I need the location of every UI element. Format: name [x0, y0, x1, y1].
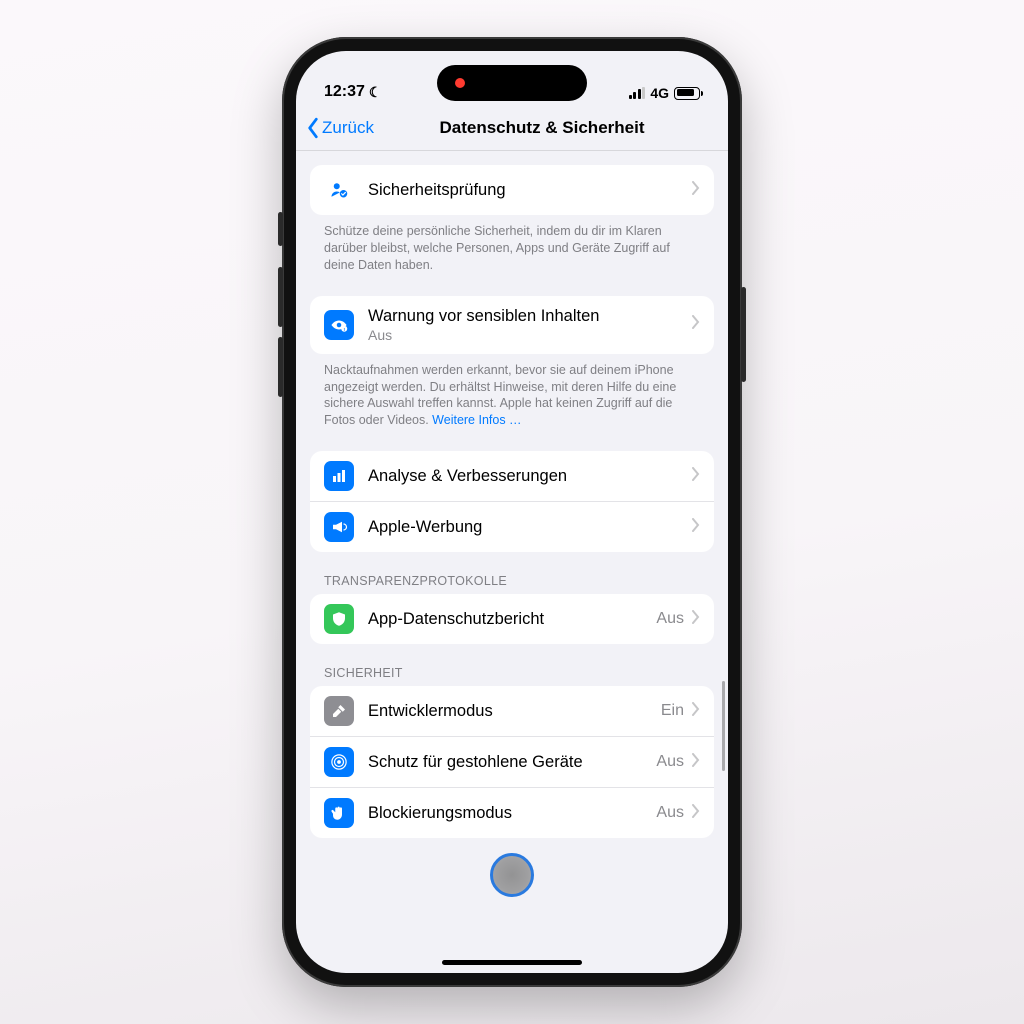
scroll-indicator: [722, 681, 725, 771]
radar-icon: [324, 747, 354, 777]
chevron-right-icon: [692, 804, 700, 823]
safety-check-icon: [324, 175, 354, 205]
chevron-right-icon: [692, 753, 700, 772]
chevron-right-icon: [692, 518, 700, 537]
row-value: Aus: [368, 327, 692, 343]
row-label: Sicherheitsprüfung: [368, 180, 692, 201]
side-button: [278, 212, 283, 246]
row-label: Blockierungsmodus: [368, 803, 656, 824]
row-label: Schutz für gestohlene Geräte: [368, 752, 656, 773]
row-label: Entwicklermodus: [368, 701, 661, 722]
row-app-privacy-report[interactable]: App-Datenschutzbericht Aus: [310, 594, 714, 644]
status-time: 12:37: [324, 83, 365, 101]
back-label: Zurück: [322, 118, 374, 138]
volume-up-button: [278, 267, 283, 327]
row-safety-check[interactable]: Sicherheitsprüfung: [310, 165, 714, 215]
section-header-security: SICHERHEIT: [310, 644, 714, 686]
row-label: Apple-Werbung: [368, 517, 692, 538]
row-developer-mode[interactable]: Entwicklermodus Ein: [310, 686, 714, 737]
section-header-transparency: TRANSPARENZPROTOKOLLE: [310, 552, 714, 594]
safety-check-footer: Schütze deine persönliche Sicherheit, in…: [310, 215, 714, 274]
bar-chart-icon: [324, 461, 354, 491]
row-value: Aus: [656, 610, 684, 628]
nav-bar: Zurück Datenschutz & Sicherheit: [296, 105, 728, 151]
row-value: Ein: [661, 702, 684, 720]
phone-frame: 12:37 ☾ 4G Zurück Datenschutz & Sicherhe…: [282, 37, 742, 987]
row-stolen-device-protection[interactable]: Schutz für gestohlene Geräte Aus: [310, 737, 714, 788]
cellular-signal-icon: [629, 87, 646, 99]
row-apple-ads[interactable]: Apple-Werbung: [310, 502, 714, 552]
more-info-link[interactable]: Weitere Infos …: [432, 413, 521, 427]
hammer-icon: [324, 696, 354, 726]
row-value: Aus: [656, 753, 684, 771]
chevron-right-icon: [692, 467, 700, 486]
row-label: Warnung vor sensiblen Inhalten: [368, 306, 692, 327]
hand-icon: [324, 798, 354, 828]
row-analytics[interactable]: Analyse & Verbesserungen: [310, 451, 714, 502]
network-label: 4G: [650, 85, 669, 101]
row-label: App-Datenschutzbericht: [368, 609, 656, 630]
back-button[interactable]: Zurück: [306, 117, 374, 139]
chevron-right-icon: [692, 181, 700, 200]
home-indicator[interactable]: [442, 960, 582, 965]
do-not-disturb-icon: ☾: [369, 84, 382, 101]
chevron-right-icon: [692, 610, 700, 629]
chevron-right-icon: [692, 702, 700, 721]
sensitive-content-footer: Nacktaufnahmen werden erkannt, bevor sie…: [310, 354, 714, 430]
row-lockdown-mode[interactable]: Blockierungsmodus Aus: [310, 788, 714, 838]
volume-down-button: [278, 337, 283, 397]
row-sensitive-content-warning[interactable]: ! Warnung vor sensiblen Inhalten Aus: [310, 296, 714, 354]
chevron-right-icon: [692, 315, 700, 334]
settings-content[interactable]: Sicherheitsprüfung Schütze deine persönl…: [296, 151, 728, 973]
row-label: Analyse & Verbesserungen: [368, 466, 692, 487]
battery-icon: [674, 87, 700, 100]
chevron-left-icon: [306, 117, 320, 139]
dynamic-island: [437, 65, 587, 101]
recording-indicator-icon: [455, 78, 465, 88]
megaphone-icon: [324, 512, 354, 542]
screen: 12:37 ☾ 4G Zurück Datenschutz & Sicherhe…: [296, 51, 728, 973]
row-value: Aus: [656, 804, 684, 822]
eye-warning-icon: !: [324, 310, 354, 340]
power-button: [741, 287, 746, 382]
shield-icon: [324, 604, 354, 634]
